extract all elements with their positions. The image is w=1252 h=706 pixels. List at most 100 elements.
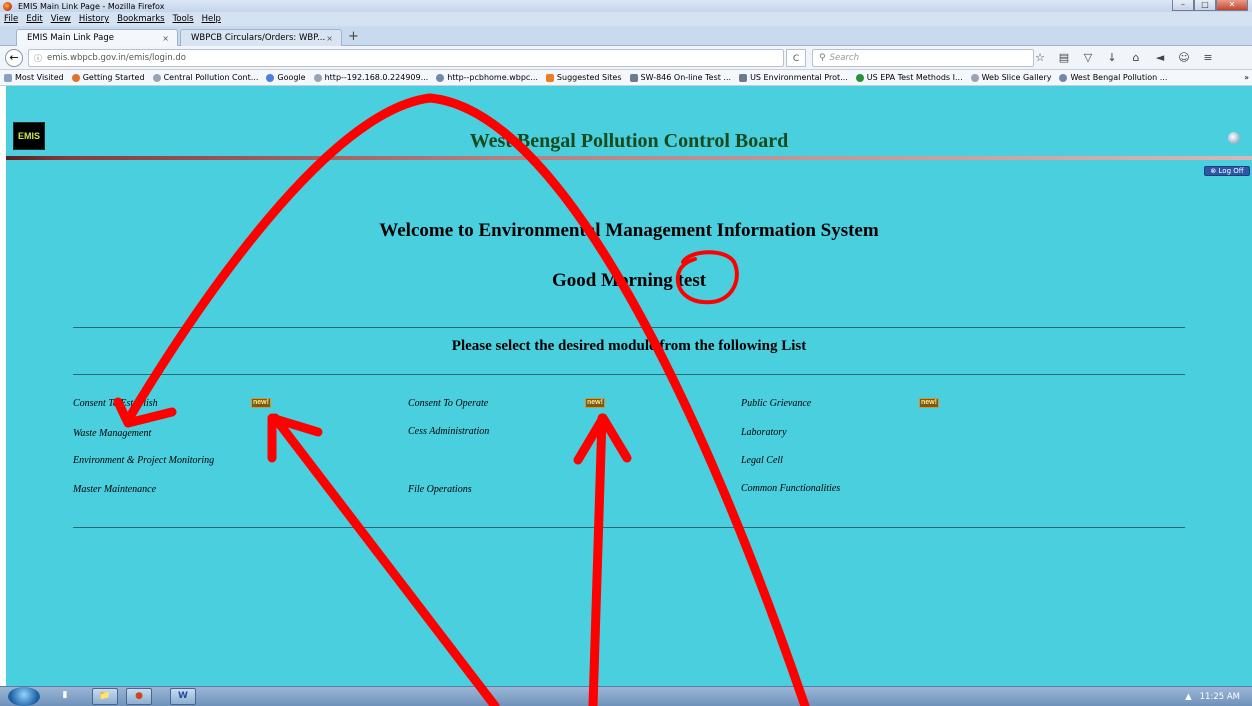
module-file-operations[interactable]: File Operations xyxy=(408,484,472,495)
bookmark-item[interactable]: Most Visited xyxy=(4,73,64,82)
home-icon[interactable]: ⌂ xyxy=(1124,49,1148,67)
window-controls: – □ ✕ xyxy=(1172,0,1248,11)
window-title: EMIS Main Link Page - Mozilla Firefox xyxy=(18,1,165,11)
module-waste-management[interactable]: Waste Management xyxy=(73,428,151,439)
bookmark-label: SW-846 On-line Test ... xyxy=(640,73,732,82)
menu-bookmarks[interactable]: Bookmarks xyxy=(117,14,165,24)
google-icon xyxy=(266,73,275,82)
module-common-functionalities[interactable]: Common Functionalities xyxy=(741,483,840,494)
show-desktop-icon[interactable]: ▮ xyxy=(56,688,74,705)
menu-file[interactable]: File xyxy=(4,14,18,24)
bookmark-label: West Bengal Pollution ... xyxy=(1070,73,1168,82)
module-laboratory[interactable]: Laboratory xyxy=(741,427,787,438)
bookmark-label: US EPA Test Methods I... xyxy=(866,73,963,82)
url-bar[interactable]: ⓘ emis.wbpcb.gov.in/emis/login.do xyxy=(28,49,784,67)
globe-icon xyxy=(436,73,445,82)
menu-bar: File Edit View History Bookmarks Tools H… xyxy=(0,12,1252,26)
logoff-button[interactable]: ⊗ Log Off xyxy=(1204,166,1250,176)
smiley-icon[interactable]: ☺ xyxy=(1172,49,1196,67)
bookmark-label: Central Pollution Cont... xyxy=(163,73,259,82)
window-title-bar: EMIS Main Link Page - Mozilla Firefox – … xyxy=(0,0,1252,12)
search-icon: ⚲ xyxy=(819,53,826,63)
bookmark-item[interactable]: US EPA Test Methods I... xyxy=(855,73,963,82)
maximize-button[interactable]: □ xyxy=(1194,0,1216,11)
menu-edit[interactable]: Edit xyxy=(26,14,42,24)
menu-tools[interactable]: Tools xyxy=(173,14,194,24)
bookmark-item[interactable]: http--pcbhome.wbpc... xyxy=(436,73,538,82)
bookmark-item[interactable]: US Environmental Prot... xyxy=(739,73,848,82)
search-placeholder: Search xyxy=(829,53,859,63)
close-window-button[interactable]: ✕ xyxy=(1216,0,1248,11)
bookmark-item[interactable]: Google xyxy=(266,73,306,82)
select-module-heading: Please select the desired module from th… xyxy=(451,338,807,354)
bookmark-label: Web Slice Gallery xyxy=(981,73,1052,82)
bookmark-item[interactable]: West Bengal Pollution ... xyxy=(1059,73,1167,82)
clock[interactable]: 11:25 AM xyxy=(1200,692,1240,702)
suggested-sites-icon xyxy=(545,73,554,82)
tab-label: WBPCB Circulars/Orders: WBP... xyxy=(191,33,326,43)
logoff-label: Log Off xyxy=(1218,167,1244,175)
epa-globe-icon xyxy=(855,73,864,82)
module-legal-cell[interactable]: Legal Cell xyxy=(741,455,783,466)
new-badge: new! xyxy=(919,398,939,408)
menu-history[interactable]: History xyxy=(79,14,109,24)
tray-arrow-icon[interactable]: ▲ xyxy=(1185,692,1192,702)
bookmark-item[interactable]: http--192.168.0.224909... xyxy=(313,73,428,82)
bookmark-star-icon[interactable]: ☆ xyxy=(1028,49,1052,67)
send-icon[interactable]: ◄ xyxy=(1148,49,1172,67)
firefox-icon xyxy=(3,1,12,11)
globe-icon xyxy=(1059,73,1068,82)
bookmark-label: US Environmental Prot... xyxy=(750,73,848,82)
bookmarks-overflow-button[interactable]: » xyxy=(1244,73,1249,82)
url-text[interactable]: emis.wbpcb.gov.in/emis/login.do xyxy=(47,53,186,63)
bookmark-item[interactable]: Suggested Sites xyxy=(545,73,622,82)
bookmark-label: http--pcbhome.wbpc... xyxy=(447,73,538,82)
system-tray: ▲ 11:25 AM xyxy=(1152,687,1252,706)
module-consent-to-operate[interactable]: Consent To Operate xyxy=(408,398,488,409)
module-master-maintenance[interactable]: Master Maintenance xyxy=(73,484,156,495)
reload-button[interactable]: C xyxy=(786,49,806,67)
page-header-title: West Bengal Pollution Control Board xyxy=(469,130,789,152)
minimize-button[interactable]: – xyxy=(1172,0,1194,11)
module-consent-to-establish[interactable]: Consent To Establish xyxy=(73,398,158,409)
tab-close-icon[interactable]: × xyxy=(162,34,169,43)
search-input[interactable]: ⚲ Search xyxy=(812,49,1034,67)
tab-wbpcb-circulars[interactable]: WBPCB Circulars/Orders: WBP... × xyxy=(180,29,342,46)
bookmark-item[interactable]: Central Pollution Cont... xyxy=(152,73,259,82)
new-tab-button[interactable]: + xyxy=(348,29,359,44)
menu-view[interactable]: View xyxy=(51,14,71,24)
epa-icon xyxy=(739,73,748,82)
globe-icon xyxy=(313,73,322,82)
firefox-taskbar-icon[interactable]: ● xyxy=(126,688,152,705)
windows-taskbar: ▮ 📁 ● W ▲ 11:25 AM xyxy=(0,686,1252,706)
word-icon[interactable]: W xyxy=(170,688,196,705)
welcome-heading: Welcome to Environmental Management Info… xyxy=(379,220,879,241)
divider xyxy=(73,527,1185,528)
back-button[interactable]: ← xyxy=(5,49,23,67)
menu-help[interactable]: Help xyxy=(202,14,221,24)
new-badge: new! xyxy=(585,398,605,408)
web-slice-icon xyxy=(970,73,979,82)
pocket-icon[interactable]: ▽ xyxy=(1076,49,1100,67)
divider xyxy=(73,374,1185,375)
bookmark-item[interactable]: SW-846 On-line Test ... xyxy=(629,73,732,82)
bookmarks-library-icon[interactable]: ▤ xyxy=(1052,49,1076,67)
epa-icon xyxy=(629,73,638,82)
downloads-icon[interactable]: ↓ xyxy=(1100,49,1124,67)
bookmark-label: Most Visited xyxy=(15,73,64,82)
bookmark-item[interactable]: Web Slice Gallery xyxy=(970,73,1052,82)
tab-emis-main[interactable]: EMIS Main Link Page × xyxy=(16,29,178,46)
tab-label: EMIS Main Link Page xyxy=(27,33,114,43)
greeting-text: Good Morning test xyxy=(551,270,707,291)
bookmark-item[interactable]: Getting Started xyxy=(71,73,145,82)
start-button[interactable] xyxy=(8,687,40,706)
module-public-grievance[interactable]: Public Grievance xyxy=(741,398,811,409)
site-info-icon[interactable]: ⓘ xyxy=(34,53,42,64)
hamburger-menu-icon[interactable]: ≡ xyxy=(1196,49,1220,67)
navigation-bar: ← ⓘ emis.wbpcb.gov.in/emis/login.do ⚲ Se… xyxy=(0,46,1252,70)
tab-close-icon[interactable]: × xyxy=(326,34,333,43)
explorer-icon[interactable]: 📁 xyxy=(92,688,118,705)
module-cess-administration[interactable]: Cess Administration xyxy=(408,426,489,437)
module-environment-project-monitoring[interactable]: Environment & Project Monitoring xyxy=(73,455,214,466)
globe-icon xyxy=(1228,132,1240,144)
